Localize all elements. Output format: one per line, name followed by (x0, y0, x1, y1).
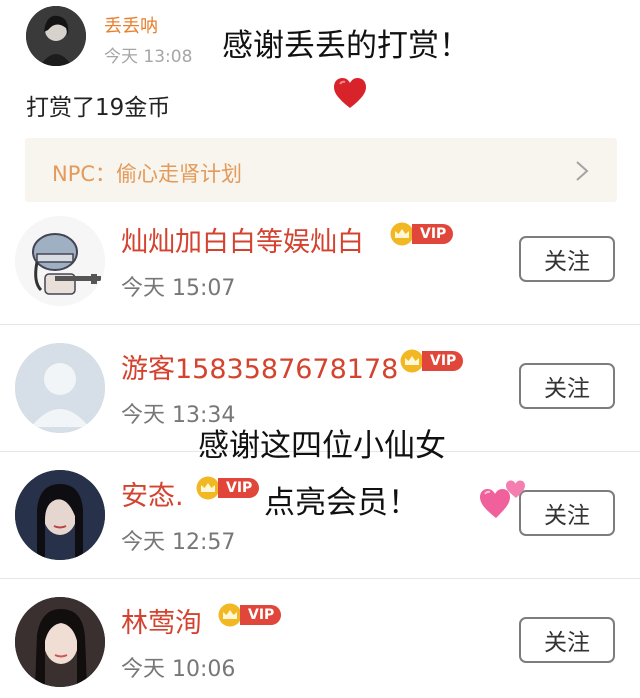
timestamp: 今天 13:08 (104, 47, 193, 67)
follow-button[interactable]: 关注 (519, 363, 615, 409)
follow-button[interactable]: 关注 (519, 236, 615, 282)
page: 丢丢呐 今天 13:08 打赏了19金币 感谢丢丢的打赏！ NPC：偷心走肾计划 (0, 0, 640, 698)
vip-label: VIP (412, 224, 454, 244)
top-comment: 丢丢呐 今天 13:08 打赏了19金币 感谢丢丢的打赏！ (0, 0, 640, 130)
user-name[interactable]: 游客1583587678178 (121, 347, 398, 386)
vip-label: VIP (218, 478, 260, 498)
heart-icon (334, 78, 366, 108)
timestamp: 今天 12:57 (121, 530, 236, 555)
follow-button[interactable]: 关注 (519, 617, 615, 663)
user-name[interactable]: 林莺洵 (121, 601, 202, 640)
overlay-caption: 感谢丢丢的打赏！ (222, 28, 470, 64)
comment-text: 打赏了19金币 (26, 95, 171, 121)
overlay-caption-line1: 感谢这四位小仙女 (198, 428, 446, 464)
npc-banner[interactable]: NPC：偷心走肾计划 (25, 138, 617, 202)
overlay-caption-line2: 点亮会员！ (264, 485, 419, 521)
vip-badge: VIP (195, 476, 260, 500)
timestamp: 今天 10:06 (121, 657, 236, 682)
avatar[interactable] (15, 470, 105, 560)
vip-badge: VIP (217, 603, 282, 627)
avatar[interactable] (15, 343, 105, 433)
follow-button[interactable]: 关注 (519, 490, 615, 536)
two-hearts-icon (480, 480, 525, 518)
vip-label: VIP (240, 605, 282, 625)
timestamp: 今天 15:07 (121, 276, 236, 301)
vip-label: VIP (422, 351, 464, 371)
user-name[interactable]: 丢丢呐 (104, 12, 158, 38)
vip-badge: VIP (399, 349, 464, 373)
avatar[interactable] (15, 216, 105, 306)
npc-banner-label: NPC：偷心走肾计划 (52, 162, 243, 186)
vip-badge: VIP (389, 222, 454, 246)
avatar[interactable] (26, 6, 86, 66)
user-name[interactable]: 灿灿加白白等娱灿白 (121, 220, 364, 259)
user-name[interactable]: 安态. (121, 474, 184, 513)
list-item: 林莺洵 VIP 今天 10:06 关注 (0, 579, 640, 698)
avatar[interactable] (15, 597, 105, 687)
list-item: 灿灿加白白等娱灿白 VIP 今天 15:07 关注 (0, 198, 640, 325)
chevron-right-icon (576, 161, 589, 181)
